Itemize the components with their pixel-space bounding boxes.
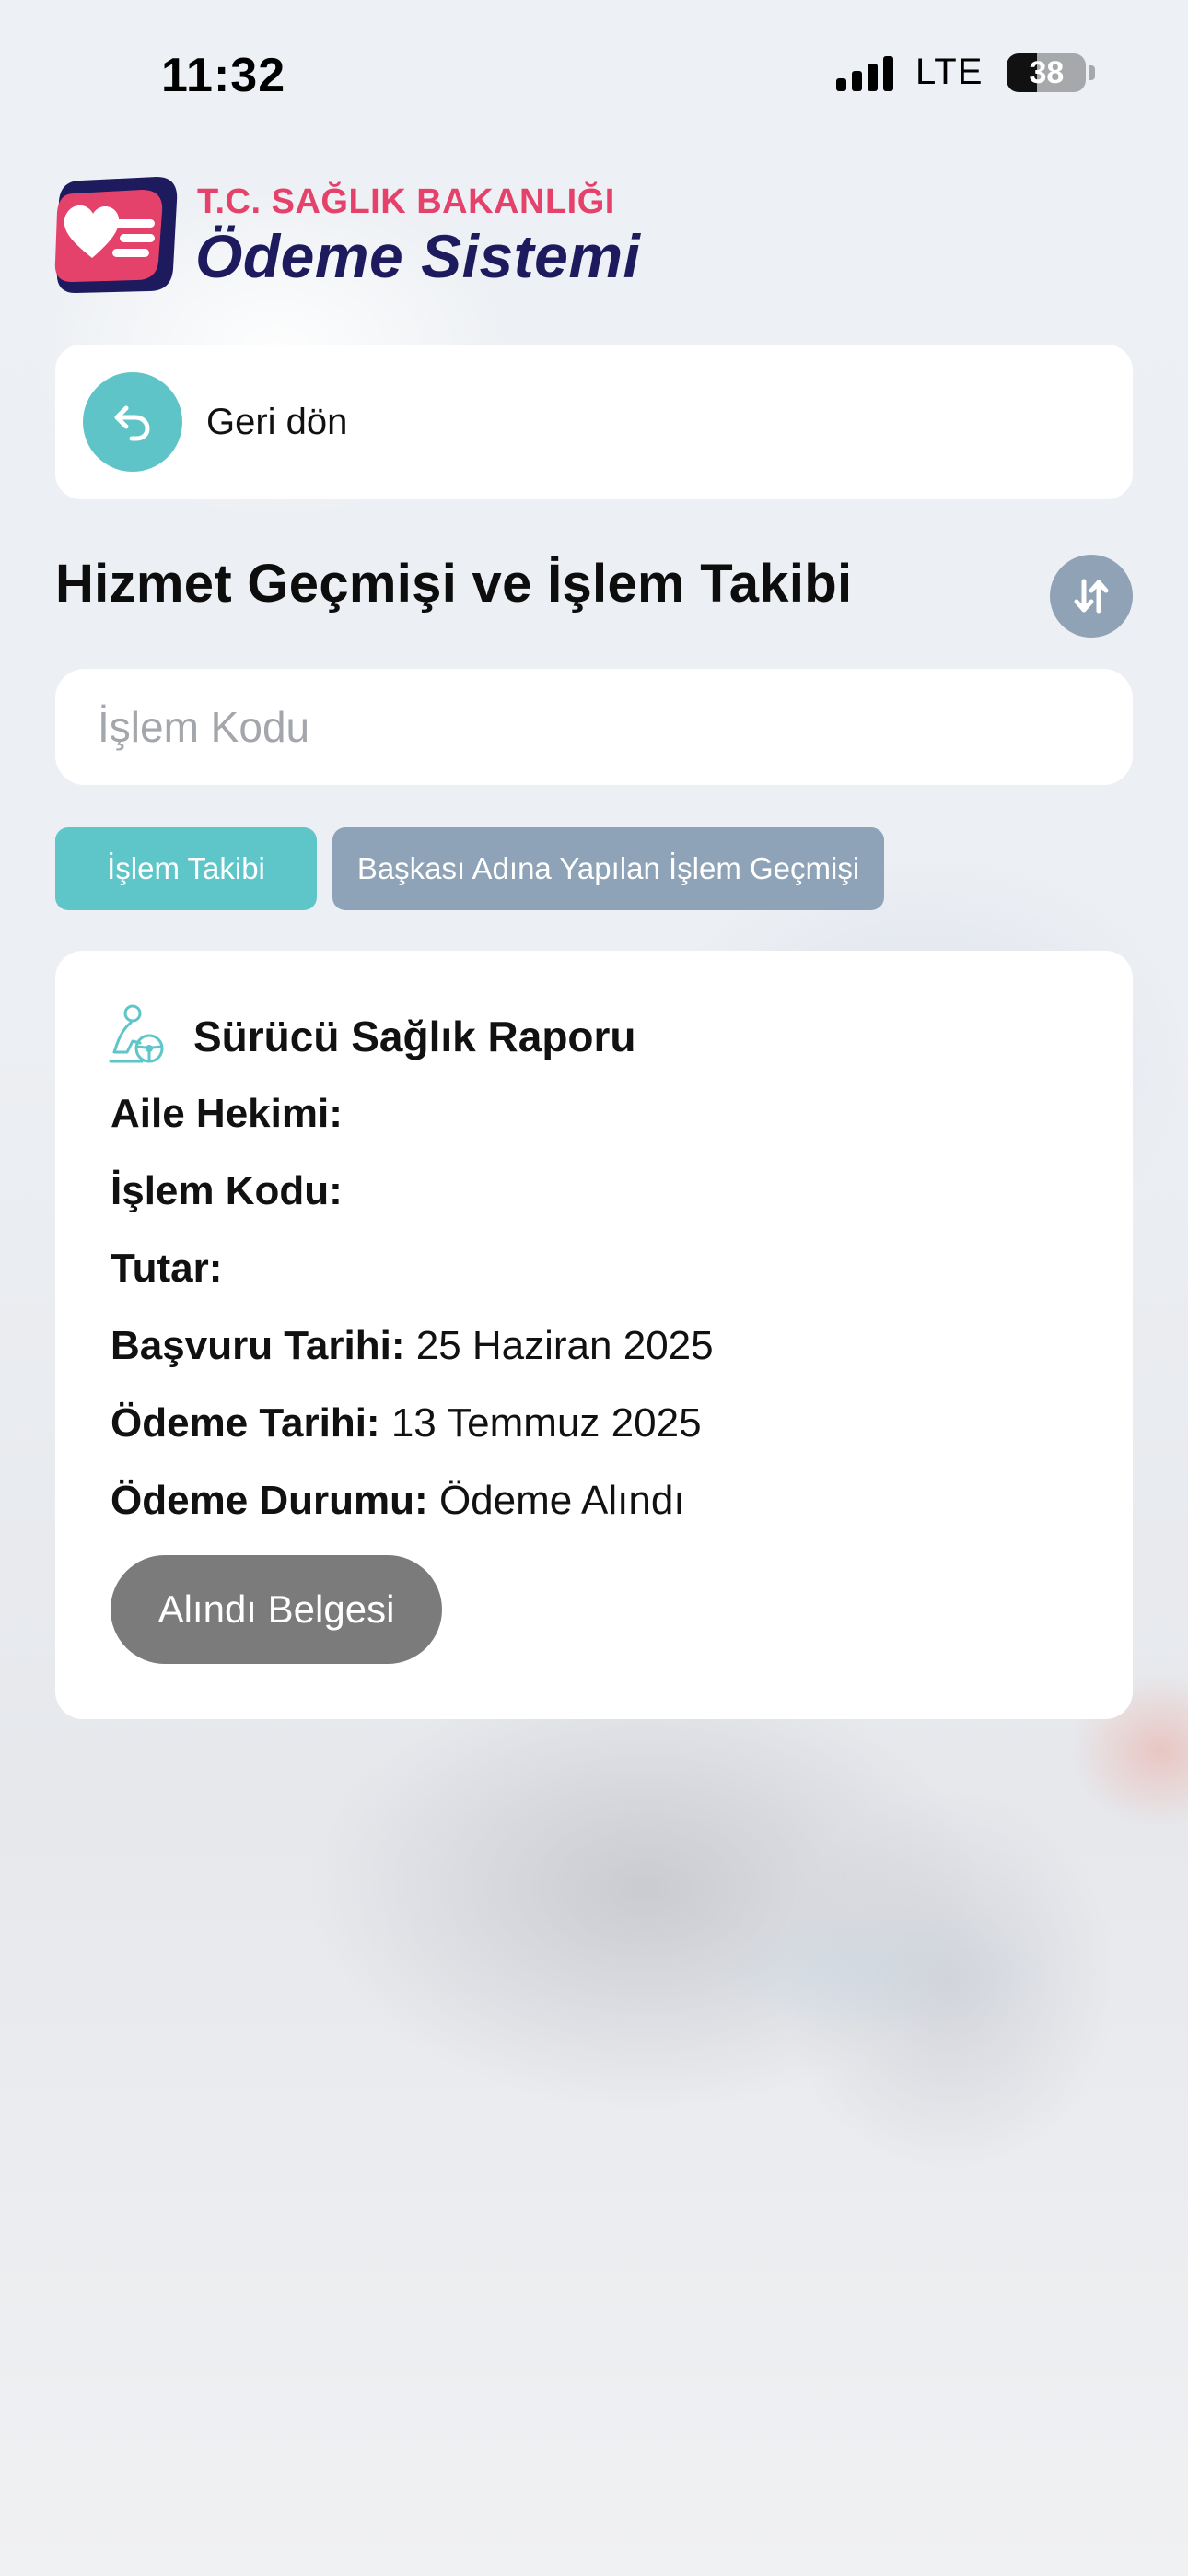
field-value: Ödeme Alındı <box>438 1478 685 1523</box>
field-payment-status: Ödeme Durumu: Ödeme Alındı <box>111 1478 685 1524</box>
status-time: 11:32 <box>161 49 286 102</box>
status-indicators: LTE 38 <box>836 52 1096 93</box>
battery-icon: 38 <box>1007 53 1087 92</box>
network-type: LTE <box>915 52 984 92</box>
sort-arrows-icon <box>1074 579 1109 614</box>
signal-icon <box>836 54 893 91</box>
field-label: Aile Hekimi: <box>111 1091 343 1136</box>
sort-button[interactable] <box>1050 555 1133 638</box>
brand-system-name: Ödeme Sistemi <box>195 222 641 290</box>
battery-level: 38 <box>1029 54 1065 90</box>
page-title: Hizmet Geçmişi ve İşlem Takibi <box>55 554 853 614</box>
field-label: Başvuru Tarihi: <box>111 1323 405 1368</box>
transaction-code-input[interactable] <box>98 702 1074 752</box>
back-label: Geri dön <box>206 401 348 442</box>
receipt-button[interactable]: Alındı Belgesi <box>111 1555 442 1664</box>
field-payment-date: Ödeme Tarihi: 13 Temmuz 2025 <box>111 1400 702 1446</box>
field-application-date: Başvuru Tarihi: 25 Haziran 2025 <box>111 1323 714 1369</box>
tab-transaction-tracking[interactable]: İşlem Takibi <box>55 827 317 910</box>
field-transaction-code: İşlem Kodu: <box>111 1168 343 1214</box>
driver-person-icon <box>109 1004 164 1063</box>
field-value: 25 Haziran 2025 <box>415 1323 714 1368</box>
field-label: Ödeme Durumu: <box>111 1478 428 1523</box>
record-title: Sürücü Sağlık Raporu <box>193 1013 636 1060</box>
back-button[interactable]: Geri dön <box>55 345 1133 499</box>
search-field[interactable] <box>55 669 1133 785</box>
tab-on-behalf-history[interactable]: Başkası Adına Yapılan İşlem Geçmişi <box>332 827 884 910</box>
field-label: Tutar: <box>111 1246 223 1291</box>
field-label: İşlem Kodu: <box>111 1168 343 1213</box>
brand-ministry: T.C. SAĞLIK BAKANLIĞI <box>197 182 615 221</box>
undo-arrow-icon <box>83 372 182 472</box>
field-amount: Tutar: <box>111 1246 222 1292</box>
field-family-doctor: Aile Hekimi: <box>111 1091 343 1137</box>
field-label: Ödeme Tarihi: <box>111 1400 380 1446</box>
heart-logo-icon <box>54 177 178 293</box>
field-value: 13 Temmuz 2025 <box>390 1400 702 1446</box>
